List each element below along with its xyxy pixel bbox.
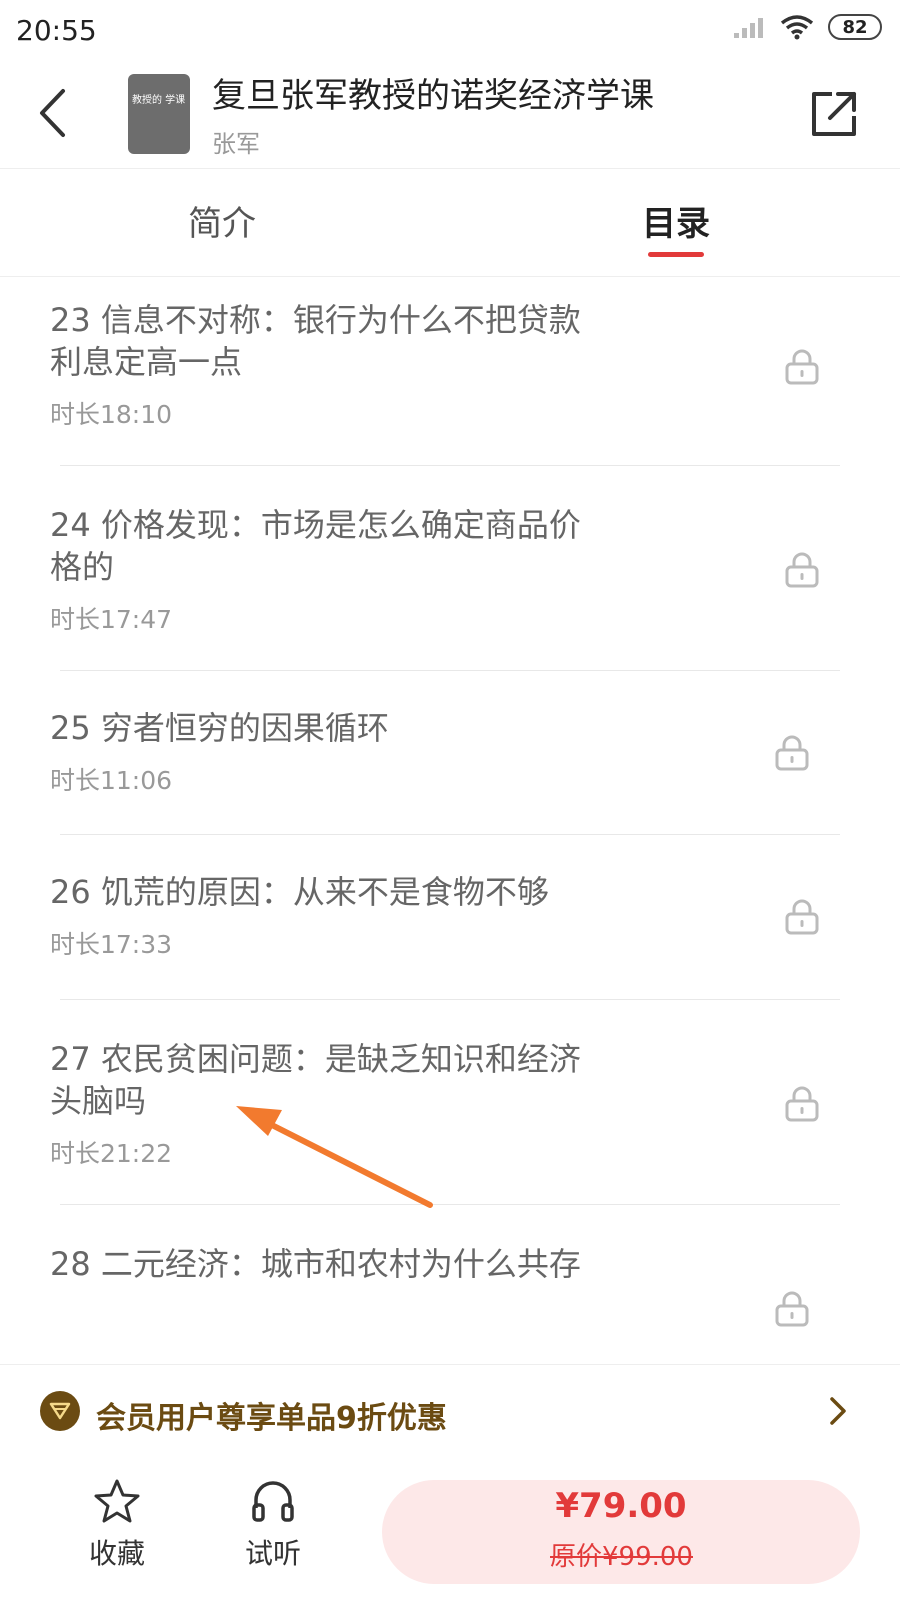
lock-icon (775, 1291, 809, 1327)
status-time: 20:55 (16, 14, 97, 47)
list-item[interactable]: 25 穷者恒穷的因果循环 时长11:06 (0, 671, 900, 834)
tab-intro[interactable]: 简介 (188, 196, 256, 245)
list-item[interactable]: 28 二元经济：城市和农村为什么共存 (0, 1205, 900, 1365)
episode-duration: 时长11:06 (50, 766, 173, 795)
episode-title: 27 农民贫困问题：是缺乏知识和经济头脑吗 (50, 1040, 581, 1120)
episode-duration: 时长18:10 (50, 400, 173, 429)
back-button[interactable] (30, 82, 74, 144)
buy-button[interactable]: ¥79.00 原价¥99.00 (382, 1480, 860, 1584)
bottom-action-bar: 收藏 试听 ¥79.00 原价¥99.00 (0, 1460, 900, 1600)
battery-indicator: 82 (828, 14, 882, 40)
lock-icon (785, 552, 819, 588)
lock-icon (785, 349, 819, 385)
list-item[interactable]: 23 信息不对称：银行为什么不把贷款利息定高一点 时长18:10 (0, 277, 900, 465)
course-cover-image: 教授的 学课 (128, 74, 190, 154)
active-tab-indicator (648, 252, 704, 257)
original-price: 原价¥99.00 (550, 1542, 693, 1572)
preview-listen-button[interactable]: 试听 (228, 1478, 318, 1572)
list-item[interactable]: 26 饥荒的原因：从来不是食物不够 时长17:33 (0, 835, 900, 999)
tab-bar: 简介 目录 (0, 168, 900, 277)
status-bar: 20:55 82 (0, 0, 900, 60)
lock-icon (775, 735, 809, 771)
list-item[interactable]: 27 农民贫困问题：是缺乏知识和经济头脑吗 时长21:22 (0, 1000, 900, 1204)
lock-icon (785, 899, 819, 935)
list-item[interactable]: 24 价格发现：市场是怎么确定商品价格的 时长17:47 (0, 466, 900, 670)
lock-icon (785, 1086, 819, 1122)
cover-text: 教授的 学课 (132, 95, 186, 106)
episode-duration: 时长21:22 (50, 1139, 173, 1168)
signal-icon (734, 18, 763, 38)
wifi-icon (780, 15, 814, 40)
member-discount-bar[interactable]: 会员用户尊享单品9折优惠 (0, 1364, 900, 1462)
episode-title: 26 饥荒的原因：从来不是食物不够 (50, 873, 549, 911)
course-author: 张军 (212, 130, 260, 158)
episode-title: 24 价格发现：市场是怎么确定商品价格的 (50, 506, 581, 586)
headphones-icon (252, 1481, 294, 1522)
header: 教授的 学课 复旦张军教授的诺奖经济学课 张军 (0, 60, 900, 169)
chevron-right-icon (830, 1397, 846, 1425)
tab-contents[interactable]: 目录 (642, 196, 710, 245)
favorite-button[interactable]: 收藏 (72, 1478, 162, 1572)
share-icon[interactable] (808, 86, 862, 140)
episode-title: 25 穷者恒穷的因果循环 (50, 709, 389, 747)
episode-duration: 时长17:33 (50, 930, 173, 959)
star-icon (94, 1479, 140, 1523)
status-icons: 82 (732, 14, 882, 40)
favorite-label: 收藏 (88, 1537, 145, 1570)
back-icon (40, 89, 65, 137)
episode-title: 28 二元经济：城市和农村为什么共存 (50, 1245, 581, 1283)
member-discount-text: 会员用户尊享单品9折优惠 (96, 1401, 447, 1436)
episode-duration: 时长17:47 (50, 605, 173, 634)
preview-listen-label: 试听 (244, 1537, 301, 1570)
member-badge-icon (40, 1391, 80, 1431)
course-title: 复旦张军教授的诺奖经济学课 (212, 76, 654, 116)
current-price: ¥79.00 (555, 1486, 687, 1526)
episode-title: 23 信息不对称：银行为什么不把贷款利息定高一点 (50, 301, 581, 381)
